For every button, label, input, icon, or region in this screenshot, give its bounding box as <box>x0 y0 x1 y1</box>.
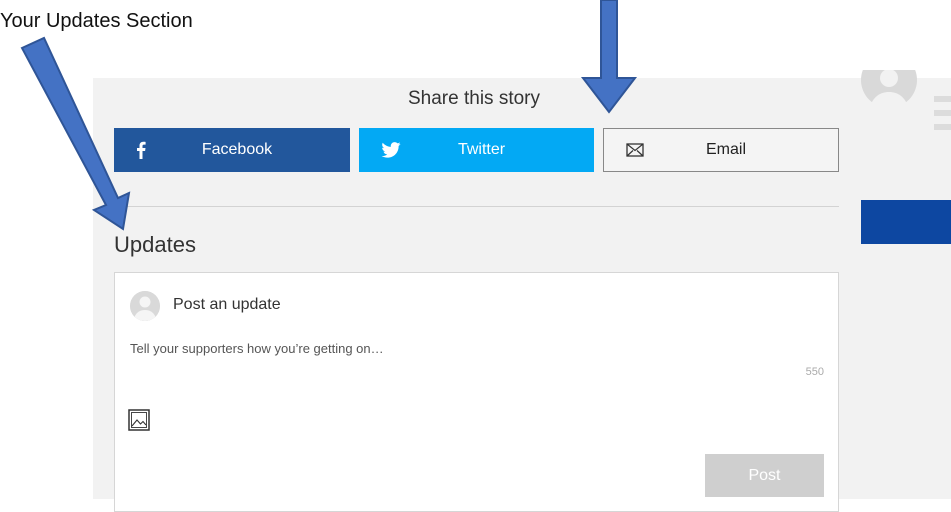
share-title: Share this story <box>408 88 540 109</box>
user-avatar-icon <box>130 291 160 321</box>
annotation-label: Your Updates Section <box>0 10 193 32</box>
facebook-label: Facebook <box>201 141 273 158</box>
email-label: Email <box>705 141 746 158</box>
section-divider <box>114 206 839 207</box>
email-share-button[interactable]: Email <box>603 128 839 172</box>
post-button[interactable]: Post <box>705 454 824 497</box>
update-textarea[interactable] <box>130 341 820 381</box>
post-update-card: Post an update 550 Post <box>114 272 839 512</box>
image-upload-icon[interactable] <box>128 409 150 431</box>
updates-heading: Updates <box>114 232 196 257</box>
post-update-label: Post an update <box>173 296 281 313</box>
sidebar-action-button[interactable] <box>861 200 951 244</box>
twitter-label: Twitter <box>457 141 506 158</box>
sidebar-text-placeholder <box>934 96 951 138</box>
facebook-share-button[interactable]: Facebook <box>114 128 350 172</box>
profile-avatar-icon <box>861 70 917 110</box>
twitter-share-button[interactable]: Twitter <box>359 128 594 172</box>
character-count: 550 <box>805 366 824 378</box>
